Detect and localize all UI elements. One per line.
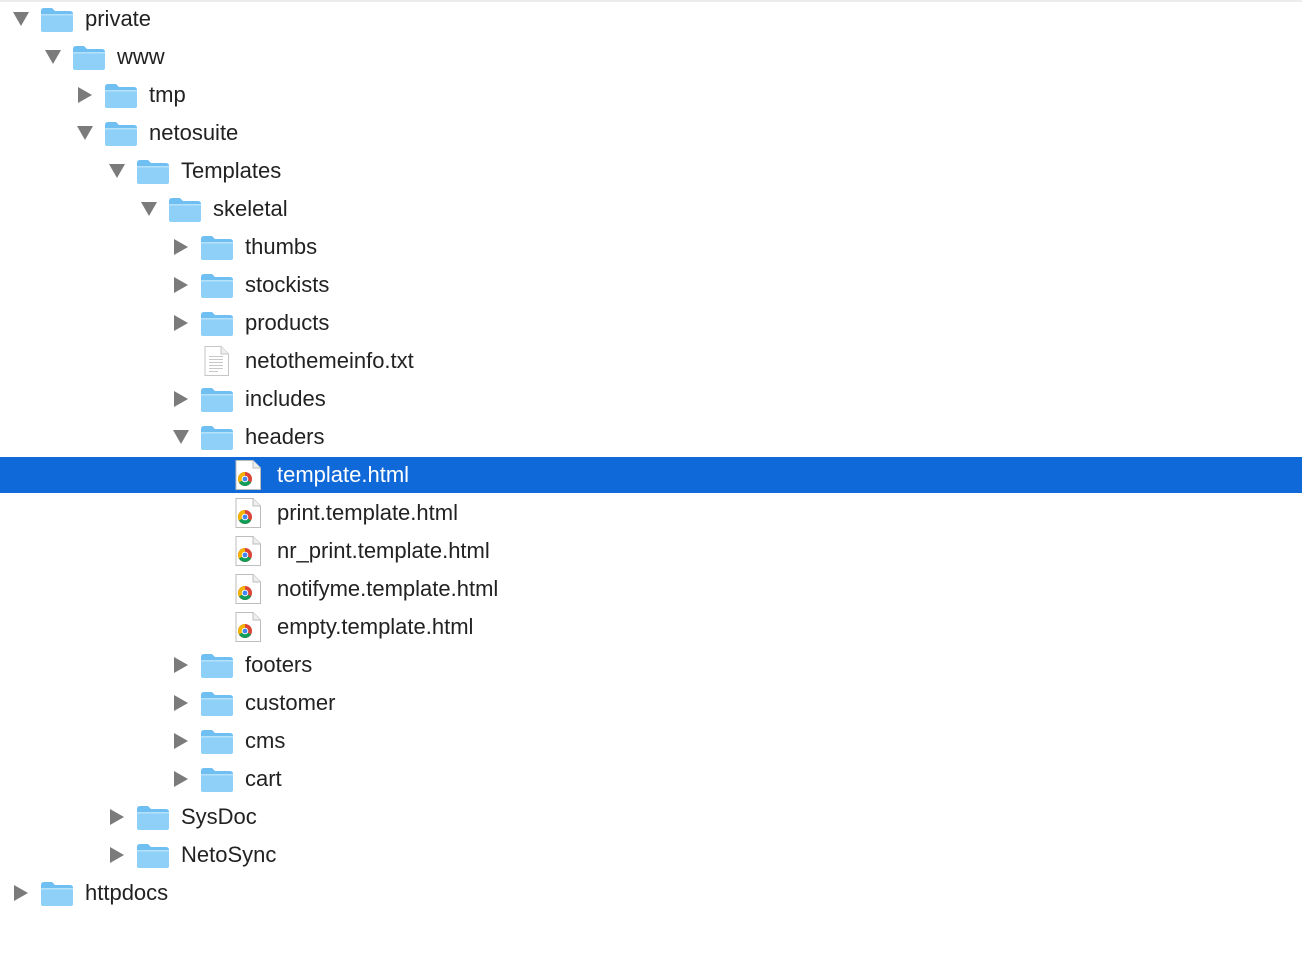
tree-item-label: notifyme.template.html — [277, 576, 499, 601]
folder-icon — [200, 271, 234, 299]
tree-item-label: www — [117, 44, 165, 69]
folder-icon — [40, 5, 74, 33]
folder-icon — [72, 43, 106, 71]
chrome-html-file-icon — [232, 574, 266, 604]
chrome-html-file-icon — [232, 612, 266, 642]
disclosure-expanded-icon[interactable] — [45, 49, 61, 65]
tree-item-label: netosuite — [149, 120, 239, 145]
disclosure-expanded-icon[interactable] — [173, 429, 189, 445]
tree-row-templates[interactable]: Templates — [0, 153, 1302, 189]
tree-row-nr-print-template-html[interactable]: nr_print.template.html — [0, 533, 1302, 569]
tree-item-label: httpdocs — [85, 880, 169, 905]
disclosure-collapsed-icon[interactable] — [173, 733, 189, 749]
tree-row-headers[interactable]: headers — [0, 419, 1302, 455]
tree-row-includes[interactable]: includes — [0, 381, 1302, 417]
disclosure-collapsed-icon[interactable] — [173, 239, 189, 255]
disclosure-collapsed-icon[interactable] — [109, 809, 125, 825]
disclosure-collapsed-icon[interactable] — [173, 391, 189, 407]
tree-row-skeletal[interactable]: skeletal — [0, 191, 1302, 227]
folder-icon — [200, 765, 234, 793]
folder-icon — [40, 879, 74, 907]
tree-item-label: thumbs — [245, 234, 318, 259]
folder-icon — [200, 689, 234, 717]
tree-row-cart[interactable]: cart — [0, 761, 1302, 797]
tree-row-empty-template-html[interactable]: empty.template.html — [0, 609, 1302, 645]
disclosure-expanded-icon[interactable] — [141, 201, 157, 217]
folder-icon — [200, 423, 234, 451]
tree-row-template-html[interactable]: template.html — [0, 457, 1302, 493]
folder-icon — [168, 195, 202, 223]
tree-item-label: customer — [245, 690, 336, 715]
disclosure-collapsed-icon[interactable] — [173, 695, 189, 711]
tree-row-cms[interactable]: cms — [0, 723, 1302, 759]
tree-row-netothemeinfo-txt[interactable]: netothemeinfo.txt — [0, 343, 1302, 379]
disclosure-expanded-icon[interactable] — [109, 163, 125, 179]
folder-icon — [136, 803, 170, 831]
disclosure-collapsed-icon[interactable] — [77, 87, 93, 103]
chrome-html-file-icon — [232, 498, 266, 528]
disclosure-collapsed-icon[interactable] — [173, 771, 189, 787]
disclosure-collapsed-icon[interactable] — [109, 847, 125, 863]
disclosure-expanded-icon[interactable] — [13, 11, 29, 27]
text-file-icon — [200, 346, 234, 376]
folder-icon — [104, 119, 138, 147]
disclosure-collapsed-icon[interactable] — [173, 277, 189, 293]
tree-row-footers[interactable]: footers — [0, 647, 1302, 683]
chrome-html-file-icon — [232, 536, 266, 566]
tree-row-products[interactable]: products — [0, 305, 1302, 341]
folder-icon — [200, 385, 234, 413]
tree-row-httpdocs[interactable]: httpdocs — [0, 875, 1302, 911]
tree-row-sysdoc[interactable]: SysDoc — [0, 799, 1302, 835]
folder-icon — [200, 651, 234, 679]
tree-row-print-template-html[interactable]: print.template.html — [0, 495, 1302, 531]
tree-item-label: NetoSync — [181, 842, 277, 867]
folder-icon — [136, 841, 170, 869]
tree-row-tmp[interactable]: tmp — [0, 77, 1302, 113]
tree-row-netosuite[interactable]: netosuite — [0, 115, 1302, 151]
tree-row-private[interactable]: private — [0, 1, 1302, 37]
folder-icon — [136, 157, 170, 185]
tree-item-label: products — [245, 310, 330, 335]
tree-item-label: stockists — [245, 272, 330, 297]
tree-item-label: includes — [245, 386, 326, 411]
tree-item-label: Templates — [181, 158, 282, 183]
tree-item-label: cart — [245, 766, 282, 791]
tree-row-stockists[interactable]: stockists — [0, 267, 1302, 303]
tree-item-label: headers — [245, 424, 325, 449]
tree-item-label: netothemeinfo.txt — [245, 348, 414, 373]
folder-icon — [200, 309, 234, 337]
tree-row-www[interactable]: www — [0, 39, 1302, 75]
disclosure-expanded-icon[interactable] — [77, 125, 93, 141]
tree-item-label: private — [85, 6, 152, 31]
tree-item-label: footers — [245, 652, 313, 677]
folder-icon — [200, 727, 234, 755]
tree-item-label: empty.template.html — [277, 614, 474, 639]
folder-icon — [104, 81, 138, 109]
tree-row-netosync[interactable]: NetoSync — [0, 837, 1302, 873]
disclosure-collapsed-icon[interactable] — [173, 657, 189, 673]
tree-item-label: SysDoc — [181, 804, 257, 829]
folder-icon — [200, 233, 234, 261]
tree-item-label: skeletal — [213, 196, 288, 221]
chrome-html-file-icon — [232, 460, 266, 490]
tree-row-notifyme-template-html[interactable]: notifyme.template.html — [0, 571, 1302, 607]
disclosure-collapsed-icon[interactable] — [13, 885, 29, 901]
tree-row-customer[interactable]: customer — [0, 685, 1302, 721]
tree-item-label: template.html — [277, 462, 410, 487]
tree-item-label: tmp — [149, 82, 186, 107]
disclosure-collapsed-icon[interactable] — [173, 315, 189, 331]
tree-item-label: print.template.html — [277, 500, 458, 525]
tree-item-label: nr_print.template.html — [277, 538, 490, 563]
tree-row-thumbs[interactable]: thumbs — [0, 229, 1302, 265]
tree-item-label: cms — [245, 728, 286, 753]
